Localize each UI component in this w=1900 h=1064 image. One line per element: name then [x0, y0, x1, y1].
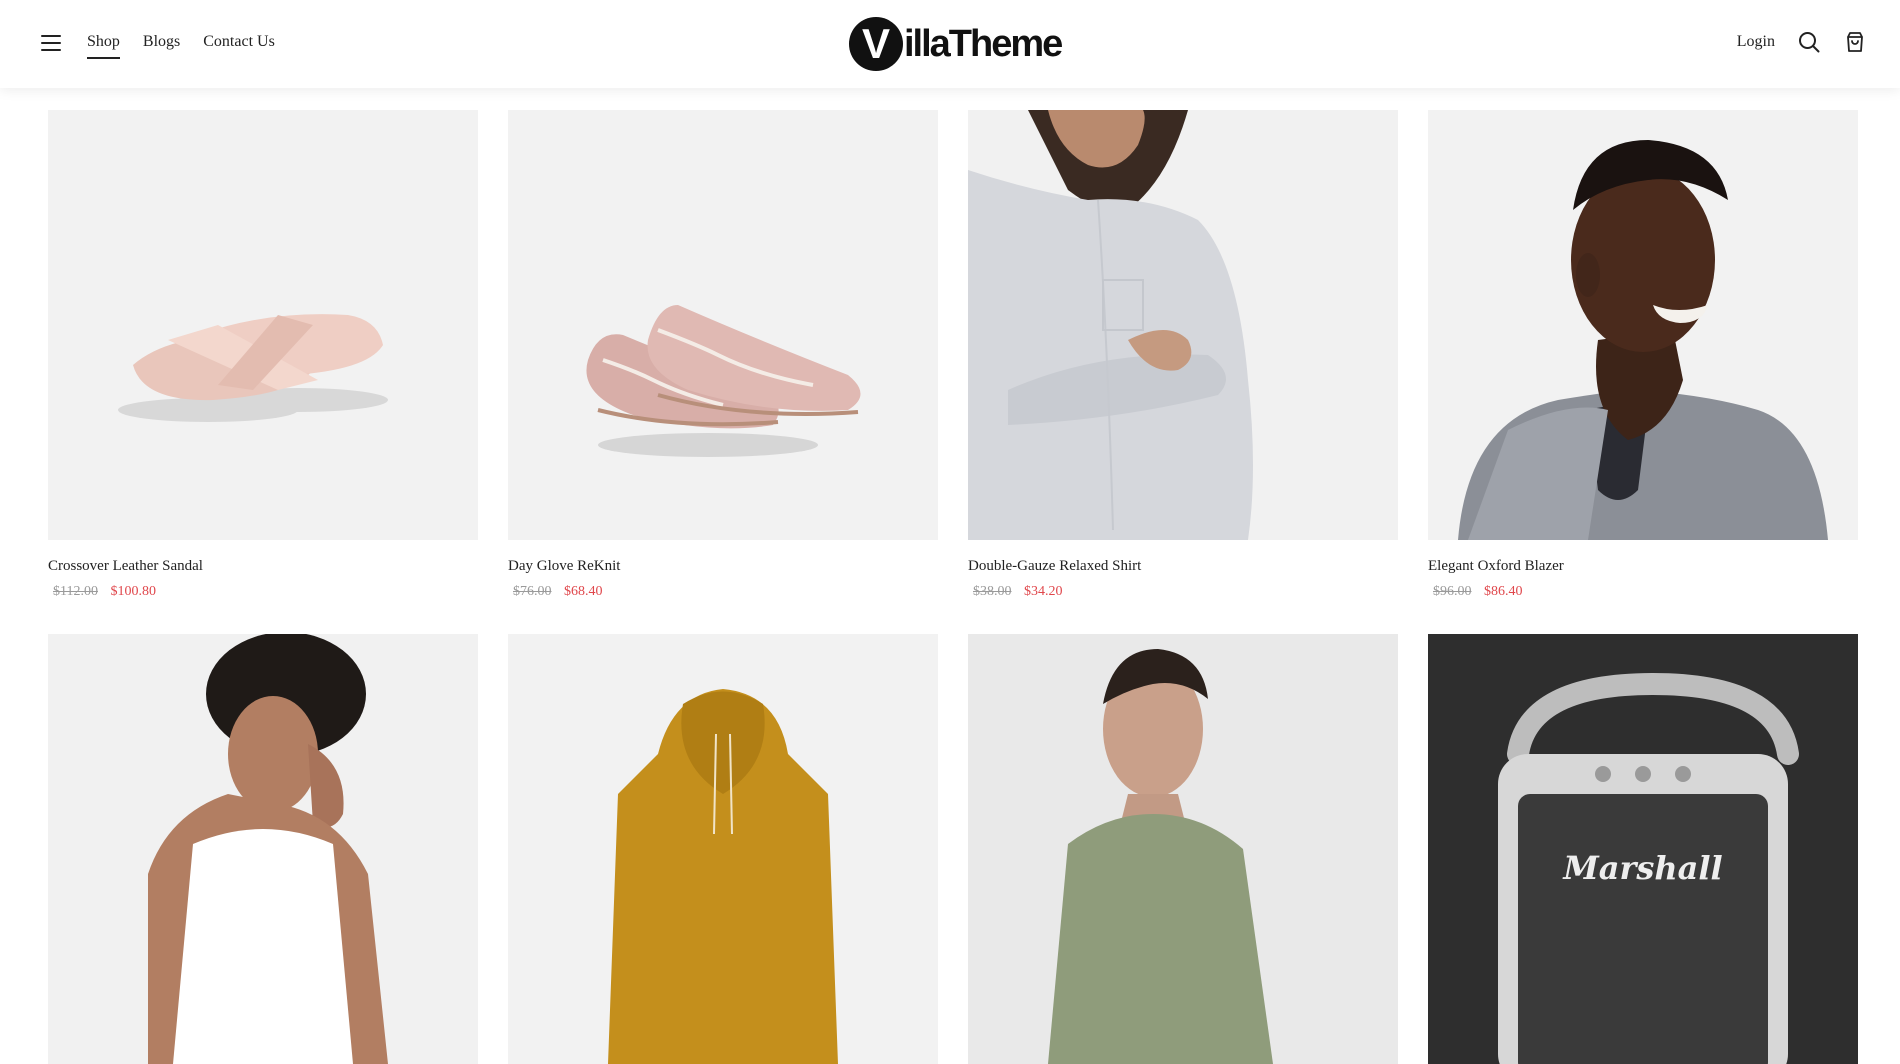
product-image[interactable]	[508, 634, 938, 1064]
product-card[interactable]: Double-Gauze Relaxed Shirt $38.00 $34.20	[968, 110, 1398, 600]
product-title[interactable]: Day Glove ReKnit	[508, 557, 938, 575]
main-nav: Shop Blogs Contact Us	[87, 32, 275, 59]
sale-price: $100.80	[110, 584, 156, 599]
product-card[interactable]: Elegant Oxford Blazer $96.00 $86.40	[1428, 110, 1858, 600]
product-card[interactable]	[48, 634, 478, 1064]
product-price: $96.00 $86.40	[1428, 584, 1858, 600]
nav-shop[interactable]: Shop	[87, 32, 120, 59]
nav-contact-us[interactable]: Contact Us	[203, 32, 275, 52]
product-card[interactable]: Marshall	[1428, 634, 1858, 1064]
original-price: $38.00	[973, 584, 1012, 599]
product-card[interactable]: Day Glove ReKnit $76.00 $68.40	[508, 110, 938, 600]
nav-blogs[interactable]: Blogs	[143, 32, 180, 52]
hamburger-icon[interactable]	[41, 35, 61, 51]
product-image[interactable]	[1428, 110, 1858, 540]
product-title[interactable]: Double-Gauze Relaxed Shirt	[968, 557, 1398, 575]
product-price: $38.00 $34.20	[968, 584, 1398, 600]
site-logo[interactable]: V illaTheme	[849, 16, 1063, 72]
header-actions: Login	[1737, 30, 1867, 54]
shopping-bag-icon[interactable]	[1843, 30, 1867, 54]
original-price: $76.00	[513, 584, 552, 599]
product-price: $76.00 $68.40	[508, 584, 938, 600]
original-price: $112.00	[53, 584, 98, 599]
sale-price: $86.40	[1484, 584, 1523, 599]
original-price: $96.00	[1433, 584, 1472, 599]
product-image[interactable]	[48, 634, 478, 1064]
product-price: $112.00 $100.80	[48, 584, 478, 600]
product-card[interactable]	[508, 634, 938, 1064]
product-image[interactable]	[48, 110, 478, 540]
sale-price: $68.40	[564, 584, 603, 599]
product-card[interactable]	[968, 634, 1398, 1064]
product-card[interactable]: Crossover Leather Sandal $112.00 $100.80	[48, 110, 478, 600]
product-image[interactable]	[968, 634, 1398, 1064]
sale-price: $34.20	[1024, 584, 1063, 599]
logo-wordmark: illaTheme	[904, 22, 1063, 65]
product-title[interactable]: Crossover Leather Sandal	[48, 557, 478, 575]
speaker-brand-text: Marshall	[1562, 849, 1722, 887]
search-icon[interactable]	[1797, 30, 1821, 54]
product-title[interactable]: Elegant Oxford Blazer	[1428, 557, 1858, 575]
product-image[interactable]	[968, 110, 1398, 540]
product-image[interactable]	[508, 110, 938, 540]
login-link[interactable]: Login	[1737, 33, 1775, 51]
product-image[interactable]: Marshall	[1428, 634, 1858, 1064]
site-header: Shop Blogs Contact Us V illaTheme Login	[0, 0, 1900, 88]
logo-mark: V	[849, 17, 903, 71]
